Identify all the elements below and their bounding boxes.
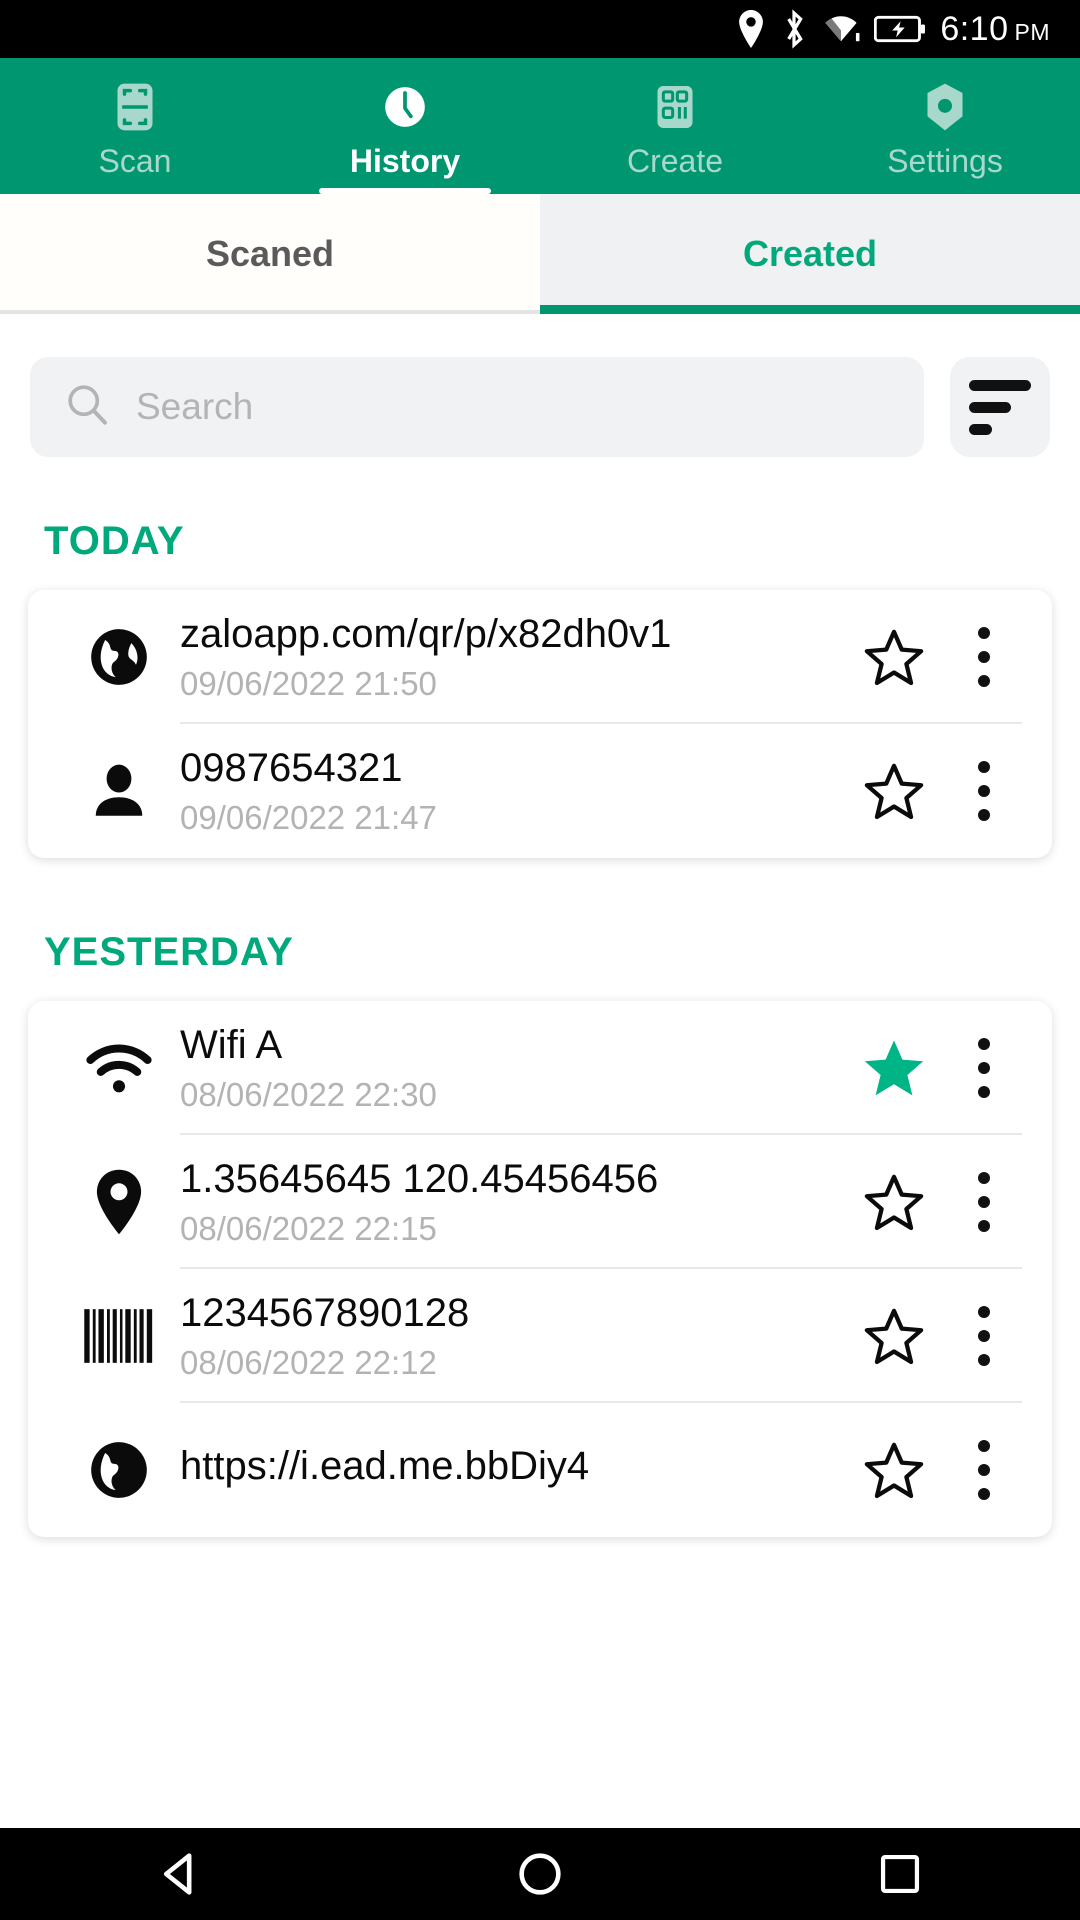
favorite-star-icon[interactable]: [842, 1305, 946, 1367]
status-bar: 6:10 PM: [0, 0, 1080, 58]
tab-created[interactable]: Created: [540, 194, 1080, 314]
nav-tab-scan[interactable]: Scan: [0, 58, 270, 194]
list-item-title: 1234567890128: [180, 1291, 470, 1335]
search-row: Search: [0, 323, 1080, 457]
search-input[interactable]: Search: [30, 357, 924, 457]
list-item[interactable]: https://i.ead.me.bbDiy4: [28, 1403, 1052, 1537]
list-item-date: 09/06/2022 21:47: [180, 799, 437, 836]
list-item-title: zaloapp.com/qr/p/x82dh0v1: [180, 612, 672, 656]
location-icon: [736, 10, 766, 48]
favorite-star-icon[interactable]: [842, 760, 946, 822]
android-navigation-bar: [0, 1828, 1080, 1920]
barcode-icon: [58, 1306, 180, 1366]
overflow-menu-icon[interactable]: [946, 761, 1022, 821]
nav-tab-history-label: History: [349, 142, 461, 179]
clock-icon: [377, 79, 433, 135]
list-item-text: 0987654321 09/06/2022 21:47: [180, 745, 842, 837]
section-title-yesterday: YESTERDAY: [44, 930, 294, 974]
list-item-title: 0987654321: [180, 746, 403, 790]
search-placeholder: Search: [136, 386, 254, 427]
list-item[interactable]: 1234567890128 08/06/2022 22:12: [28, 1269, 1052, 1403]
person-icon: [58, 760, 180, 822]
wifi-icon: [58, 1039, 180, 1097]
favorite-star-icon[interactable]: [842, 1171, 946, 1233]
battery-charging-icon: [874, 14, 926, 44]
back-triangle-icon[interactable]: [0, 1848, 360, 1900]
list-item-text: Wifi A 08/06/2022 22:30: [180, 1022, 842, 1114]
list-item-text: https://i.ead.me.bbDiy4: [180, 1443, 842, 1497]
favorite-star-icon[interactable]: [842, 1439, 946, 1501]
nav-tab-create-label: Create: [626, 142, 724, 179]
nav-tab-settings-label: Settings: [887, 142, 1003, 179]
list-item-text: 1234567890128 08/06/2022 22:12: [180, 1290, 842, 1382]
list-item-title: 1.35645645 120.45456456: [180, 1157, 659, 1201]
nav-tab-history[interactable]: History: [270, 58, 540, 194]
section-title-today: TODAY: [44, 519, 185, 563]
list-item[interactable]: 1.35645645 120.45456456 08/06/2022 22:15: [28, 1135, 1052, 1269]
list-item-date: 08/06/2022 22:15: [180, 1210, 437, 1247]
globe-icon: [58, 623, 180, 691]
tab-scanned-label: Scaned: [205, 233, 335, 274]
status-time-ampm: PM: [1014, 18, 1050, 45]
nav-tab-scan-label: Scan: [98, 142, 172, 179]
scan-frame-icon: [107, 79, 163, 135]
wifi-icon: [822, 12, 860, 46]
sort-lines-icon[interactable]: [950, 357, 1050, 457]
history-card-yesterday: Wifi A 08/06/2022 22:30 1.35645645 120.4…: [28, 1001, 1052, 1537]
list-item-text: 1.35645645 120.45456456 08/06/2022 22:15: [180, 1156, 842, 1248]
nav-tab-settings[interactable]: Settings: [810, 58, 1080, 194]
list-item[interactable]: Wifi A 08/06/2022 22:30: [28, 1001, 1052, 1135]
bluetooth-icon: [780, 9, 808, 49]
history-sub-tabs: Scaned Created: [0, 194, 1080, 314]
tab-scanned[interactable]: Scaned: [0, 194, 540, 314]
history-content: Search TODAY zaloapp.com/qr/p/x82dh0v1 0…: [0, 323, 1080, 1828]
globe-icon: [58, 1436, 180, 1504]
list-item[interactable]: zaloapp.com/qr/p/x82dh0v1 09/06/2022 21:…: [28, 590, 1052, 724]
overflow-menu-icon[interactable]: [946, 627, 1022, 687]
top-navigation-bar: Scan History Create Settings: [0, 58, 1080, 194]
history-card-today: zaloapp.com/qr/p/x82dh0v1 09/06/2022 21:…: [28, 590, 1052, 858]
gear-hex-icon: [917, 79, 973, 135]
nav-tab-create[interactable]: Create: [540, 58, 810, 194]
status-time: 6:10 PM: [940, 10, 1050, 49]
overflow-menu-icon[interactable]: [946, 1038, 1022, 1098]
overflow-menu-icon[interactable]: [946, 1306, 1022, 1366]
list-item-date: 08/06/2022 22:12: [180, 1344, 437, 1381]
list-item-title: https://i.ead.me.bbDiy4: [180, 1444, 590, 1488]
search-icon: [64, 381, 112, 434]
overflow-menu-icon[interactable]: [946, 1172, 1022, 1232]
list-item-text: zaloapp.com/qr/p/x82dh0v1 09/06/2022 21:…: [180, 611, 842, 703]
favorite-star-icon[interactable]: [842, 626, 946, 688]
list-item[interactable]: 0987654321 09/06/2022 21:47: [28, 724, 1052, 858]
list-item-date: 09/06/2022 21:50: [180, 665, 437, 702]
home-circle-icon[interactable]: [360, 1848, 720, 1900]
list-item-title: Wifi A: [180, 1023, 283, 1067]
list-item-date: 08/06/2022 22:30: [180, 1076, 437, 1113]
recents-square-icon[interactable]: [720, 1850, 1080, 1898]
location-pin-icon: [58, 1168, 180, 1236]
tab-created-label: Created: [742, 233, 878, 274]
favorite-star-icon[interactable]: [842, 1036, 946, 1100]
status-time-value: 6:10: [940, 9, 1009, 48]
overflow-menu-icon[interactable]: [946, 1440, 1022, 1500]
qr-create-icon: [647, 79, 703, 135]
